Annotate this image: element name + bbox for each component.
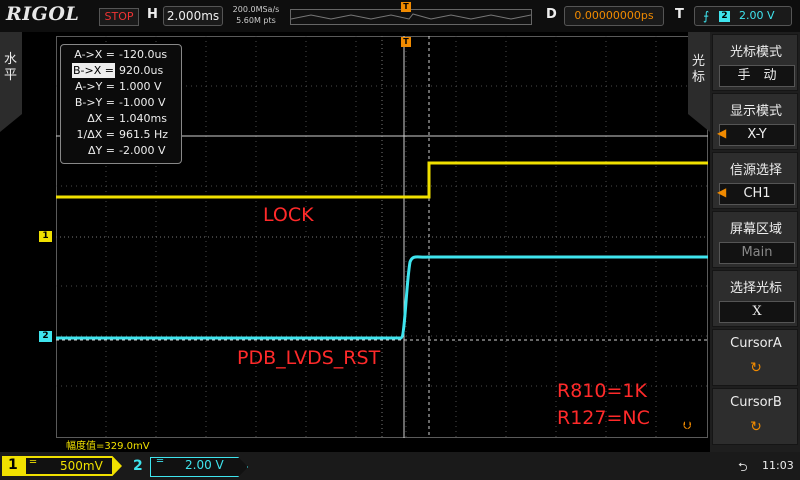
- cursor-value: -1.000 V: [119, 96, 166, 109]
- ch2-status[interactable]: ═ 2.00 V: [150, 457, 248, 477]
- menu-item-title: CursorB: [730, 395, 782, 410]
- run-stop-status[interactable]: STOP: [99, 8, 139, 26]
- cursor-row: B->X = 920.0us: [61, 63, 181, 78]
- cursor-value: 920.0us: [119, 64, 164, 77]
- cursor-value: 1.040ms: [119, 112, 167, 125]
- cursor-row: ΔY = -2.000 V: [61, 143, 181, 158]
- horizontal-tab-label: 水平: [4, 52, 18, 83]
- menu-item-title: 光标模式: [729, 45, 782, 60]
- menu-item-cursor-mode[interactable]: 光标模式 手 动: [712, 34, 798, 91]
- menu-item-select-cursor[interactable]: 选择光标 X: [712, 270, 798, 327]
- channel-status-bar: 1 ═ 500mV 2 ═ 2.00 V ⮌ 11:03: [0, 452, 800, 480]
- cursor-value: -2.000 V: [119, 144, 166, 157]
- knob-icon: ↻: [750, 419, 762, 435]
- cursor-key: A->X =: [74, 48, 115, 61]
- horizontal-label: H: [147, 7, 158, 22]
- ch1-settings: ═ 500mV: [26, 457, 112, 474]
- cursor-key: B->Y =: [74, 96, 115, 109]
- ch1-scale: 500mV: [60, 459, 103, 473]
- clock: 11:03: [762, 459, 794, 472]
- menu-item-source[interactable]: 信源选择 CH1 ◀: [712, 152, 798, 209]
- amplitude-readout: 幅度值=329.0mV: [66, 441, 150, 452]
- menu-item-value: Main: [719, 242, 795, 264]
- cursor-key: ΔX =: [87, 112, 115, 125]
- menu-item-value: CH1: [719, 183, 795, 205]
- brand-logo: RIGOL: [6, 3, 80, 25]
- ch2-trace: [56, 255, 708, 340]
- ch1-number: 1: [8, 457, 18, 473]
- menu-item-title: 显示模式: [729, 104, 782, 119]
- trigger-settings[interactable]: ⨍ 2 2.00 V: [694, 6, 792, 26]
- trigger-level: 2.00 V: [739, 9, 775, 22]
- cursor-row: A->Y = 1.000 V: [61, 79, 181, 94]
- ch1-status[interactable]: 1 ═ 500mV: [2, 456, 122, 476]
- cursor-row: B->Y = -1.000 V: [61, 95, 181, 110]
- cursor-key-selected: B->X =: [72, 63, 115, 78]
- timebase-value[interactable]: 2.000ms: [163, 6, 223, 26]
- dc-coupling-icon: ═: [30, 457, 37, 468]
- memory-position-strip: [290, 9, 532, 25]
- trigger-delay-value[interactable]: 0.00000000ps: [564, 6, 664, 26]
- menu-item-title: 信源选择: [729, 163, 782, 178]
- menu-item-display-mode[interactable]: 显示模式 X-Y ◀: [712, 93, 798, 150]
- pdb-annotation: PDB_LVDS_RST: [237, 347, 381, 369]
- r810-annotation: R810=1K: [557, 380, 647, 402]
- menu-item-cursor-b[interactable]: CursorB ↻: [712, 388, 798, 445]
- ch2-scale: 2.00 V: [185, 458, 224, 472]
- menu-item-value: 手 动: [719, 65, 795, 87]
- cursor-row: ΔX = 1.040ms: [61, 111, 181, 126]
- menu-item-cursor-a[interactable]: CursorA ↻: [712, 329, 798, 386]
- trigger-position-marker[interactable]: T: [401, 37, 411, 47]
- cursor-row: 1/ΔX = 961.5 Hz: [61, 127, 181, 142]
- horizontal-menu-tab[interactable]: 水平: [0, 32, 22, 132]
- cursor-key: ΔY =: [88, 144, 115, 157]
- ch1-offset-marker[interactable]: 1: [39, 231, 52, 242]
- trigger-label: T: [675, 7, 684, 22]
- menu-item-title: 选择光标: [729, 281, 782, 296]
- cursor-menu-tab-label: 光标: [692, 54, 706, 85]
- cursor-row: A->X = -120.0us: [61, 47, 181, 62]
- acquisition-info: 200.0MSa/s 5.60M pts: [226, 4, 286, 26]
- cursor-value: 961.5 Hz: [119, 128, 169, 141]
- memory-depth: 5.60M pts: [236, 16, 276, 25]
- memory-waveform-preview: [291, 13, 531, 20]
- knob-icon: ↻: [750, 360, 762, 376]
- usb-icon: ⮌: [738, 460, 748, 474]
- trigger-source: 2: [719, 11, 730, 22]
- chevron-down-icon: ⮋: [683, 419, 692, 432]
- chevron-left-icon: ◀: [717, 126, 727, 140]
- menu-item-title: 屏幕区域: [729, 222, 782, 237]
- cursor-value: 1.000 V: [119, 80, 162, 93]
- ch2-offset-marker[interactable]: 2: [39, 331, 52, 342]
- menu-item-value: X-Y: [719, 124, 795, 146]
- delay-label: D: [546, 7, 557, 22]
- cursor-key: A->Y =: [75, 80, 115, 93]
- menu-item-screen-region[interactable]: 屏幕区域 Main: [712, 211, 798, 268]
- dc-coupling-icon: ═: [157, 456, 164, 467]
- rising-edge-icon: ⨍: [703, 9, 710, 23]
- cursor-key: 1/ΔX =: [76, 128, 115, 141]
- top-status-bar: RIGOL STOP H 2.000ms 200.0MSa/s 5.60M pt…: [0, 0, 800, 32]
- sample-rate: 200.0MSa/s: [232, 5, 280, 14]
- memory-trigger-marker: T: [401, 2, 411, 12]
- r127-annotation: R127=NC: [557, 407, 650, 429]
- chevron-left-icon: ◀: [717, 185, 727, 199]
- cursor-menu: 光标模式 手 动 显示模式 X-Y ◀ 信源选择 CH1 ◀ 屏幕区域 Main…: [710, 32, 800, 452]
- cursor-value: -120.0us: [119, 48, 168, 61]
- menu-item-title: CursorA: [730, 336, 782, 351]
- ch2-number: 2: [133, 458, 143, 474]
- menu-item-value: X: [719, 301, 795, 323]
- cursor-readout: A->X = -120.0us B->X = 920.0us A->Y = 1.…: [60, 44, 182, 164]
- lock-annotation: LOCK: [263, 204, 314, 226]
